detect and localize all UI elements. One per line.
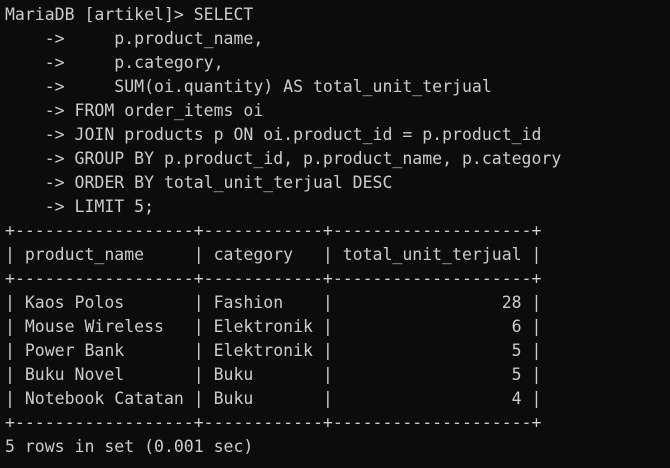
table-row: | Buku Novel | Buku | 5 | <box>5 365 542 384</box>
terminal-window[interactable]: MariaDB [artikel]> SELECT -> p.product_n… <box>0 0 670 468</box>
query-line: -> ORDER BY total_unit_terjual DESC <box>5 173 393 192</box>
table-row: | Mouse Wireless | Elektronik | 6 | <box>5 317 542 336</box>
table-border: +------------------+------------+-------… <box>5 221 542 240</box>
query-line: -> GROUP BY p.product_id, p.product_name… <box>5 149 562 168</box>
query-line: -> JOIN products p ON oi.product_id = p.… <box>5 125 542 144</box>
query-line: -> p.category, <box>5 53 224 72</box>
prompt-line: MariaDB [artikel]> SELECT <box>5 5 254 24</box>
table-header-row: | product_name | category | total_unit_t… <box>5 245 542 264</box>
query-line: -> p.product_name, <box>5 29 264 48</box>
query-line: -> SUM(oi.quantity) AS total_unit_terjua… <box>5 77 492 96</box>
query-line: -> FROM order_items oi <box>5 101 264 120</box>
table-row: | Power Bank | Elektronik | 5 | <box>5 341 542 360</box>
result-summary: 5 rows in set (0.001 sec) <box>5 437 254 456</box>
table-row: | Kaos Polos | Fashion | 28 | <box>5 293 542 312</box>
table-border: +------------------+------------+-------… <box>5 413 542 432</box>
query-line: -> LIMIT 5; <box>5 197 155 216</box>
table-row: | Notebook Catatan | Buku | 4 | <box>5 389 542 408</box>
table-border: +------------------+------------+-------… <box>5 269 542 288</box>
